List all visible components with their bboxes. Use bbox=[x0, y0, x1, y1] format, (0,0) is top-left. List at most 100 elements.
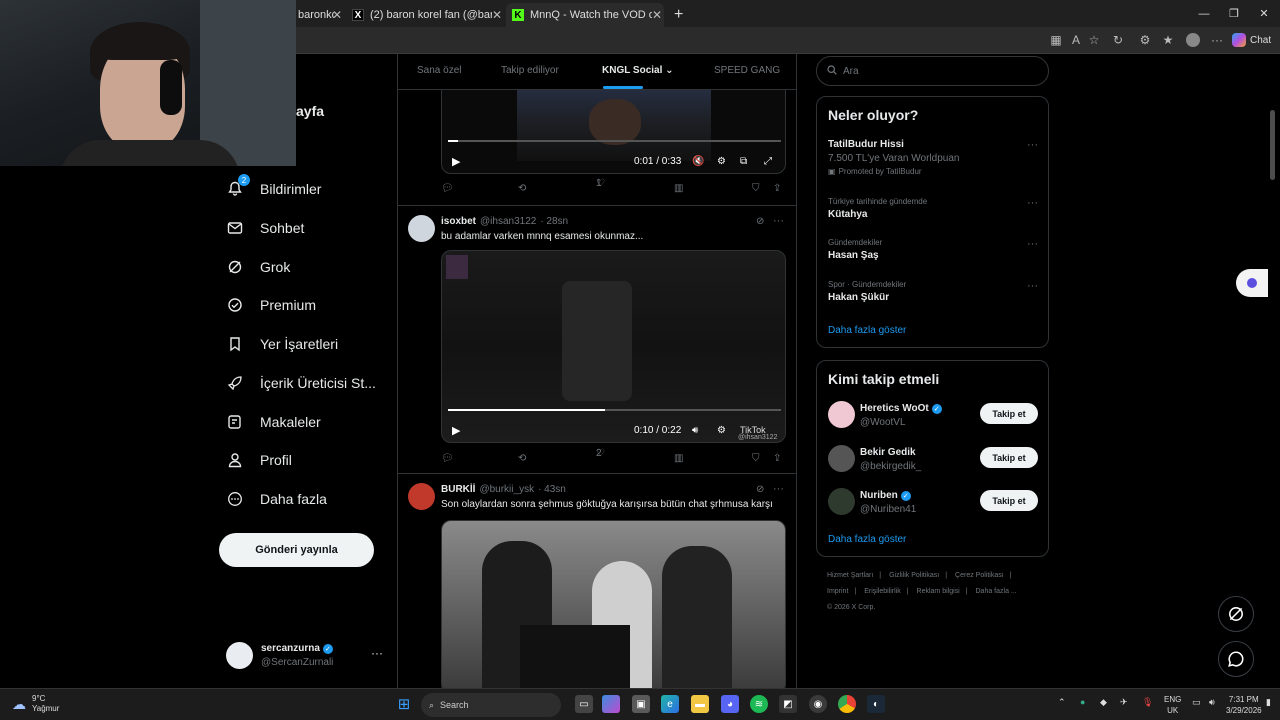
repost-icon[interactable]: ⟲ bbox=[518, 183, 526, 194]
scrollbar[interactable] bbox=[1270, 110, 1275, 180]
footer-link-cookies[interactable]: Çerez Politikası bbox=[955, 572, 1004, 579]
trend-item[interactable]: Türkiye tarihinde gündemde Kütahya ··· bbox=[828, 197, 1038, 220]
grok-fab-button[interactable] bbox=[1218, 596, 1254, 632]
copilot-chat-button[interactable]: Chat bbox=[1232, 31, 1276, 49]
footer-link-privacy[interactable]: Gizlilik Politikası bbox=[889, 572, 939, 579]
taskbar-search[interactable]: ⌕ Search bbox=[421, 693, 561, 717]
video-progress-bar[interactable] bbox=[448, 140, 781, 142]
tray-overflow-icon[interactable]: ⌃ bbox=[1058, 697, 1066, 708]
steam-icon[interactable]: ◐ bbox=[867, 695, 885, 713]
post-video[interactable]: ▶ 0:10 / 0:22 🔊︎ ⚙ TikTok @ihsan3122 bbox=[441, 250, 786, 443]
sidebar-item-creator-studio[interactable]: İçerik Üreticisi St... bbox=[226, 366, 406, 400]
post-button[interactable]: Gönderi yayınla bbox=[219, 533, 374, 567]
views-icon[interactable]: ▥ bbox=[674, 453, 683, 464]
discord-icon[interactable]: ◕ bbox=[721, 695, 739, 713]
sidebar-item-profile[interactable]: Profil bbox=[226, 443, 406, 477]
favorite-star-icon[interactable]: ☆ bbox=[1086, 33, 1102, 47]
sidebar-item-bookmarks[interactable]: Yer İşaretleri bbox=[226, 327, 406, 361]
profile-icon[interactable] bbox=[1185, 33, 1201, 47]
tab-speed-gang[interactable]: SPEED GANG bbox=[714, 65, 780, 76]
apps-icon[interactable]: ▦ bbox=[1048, 33, 1064, 47]
mute-icon[interactable]: 🔇 bbox=[692, 156, 704, 167]
reply-icon[interactable]: 💬︎ bbox=[441, 183, 454, 194]
close-icon[interactable]: ✕ bbox=[492, 8, 502, 22]
fullscreen-icon[interactable]: ⤢ bbox=[764, 156, 772, 167]
sidebar-assistant-toggle[interactable] bbox=[1236, 269, 1268, 297]
notification-icon[interactable]: ▮ bbox=[1266, 697, 1271, 708]
repost-icon[interactable]: ⟲ bbox=[518, 453, 526, 464]
more-icon[interactable]: ··· bbox=[1027, 139, 1038, 151]
extensions-icon[interactable]: ⚙ bbox=[1137, 33, 1153, 47]
sidebar-item-grok[interactable]: Grok bbox=[226, 250, 406, 284]
messages-fab-button[interactable] bbox=[1218, 641, 1254, 677]
share-icon[interactable]: ⇪ bbox=[773, 183, 781, 194]
post-handle[interactable]: @burkii_ysk bbox=[479, 484, 534, 495]
more-icon[interactable]: ··· bbox=[773, 483, 784, 495]
sidebar-item-more[interactable]: Daha fazla bbox=[226, 482, 406, 516]
settings-gear-icon[interactable]: ⚙ bbox=[717, 425, 726, 436]
spotify-icon[interactable]: ≋ bbox=[750, 695, 768, 713]
follow-suggestion[interactable]: Bekir Gedik @bekirgedik_ Takip et bbox=[828, 445, 1038, 475]
copilot-icon[interactable] bbox=[602, 695, 620, 713]
trend-item[interactable]: Spor · Gündemdekiler Hakan Şükür ··· bbox=[828, 280, 1038, 303]
microphone-icon[interactable]: 🎙︎ bbox=[1142, 697, 1153, 708]
restore-icon[interactable]: ❐ bbox=[1218, 0, 1250, 27]
sidebar-item-premium[interactable]: Premium bbox=[226, 288, 406, 322]
views-icon[interactable]: ▥ bbox=[674, 183, 683, 194]
post-time[interactable]: · 43sn bbox=[538, 484, 566, 495]
sidebar-item-messages[interactable]: Sohbet bbox=[226, 211, 406, 245]
language-indicator[interactable]: ENG UK bbox=[1164, 694, 1181, 716]
tray-app-icon[interactable]: ● bbox=[1080, 697, 1085, 707]
tray-app-icon[interactable]: ◆ bbox=[1100, 697, 1107, 708]
follow-button[interactable]: Takip et bbox=[980, 447, 1038, 468]
footer-link-ads-info[interactable]: Reklam bilgisi bbox=[917, 588, 960, 595]
settings-gear-icon[interactable]: ⚙ bbox=[717, 156, 726, 167]
post-2[interactable]: isoxbet @ihsan3122 · 28sn ⊘ ··· bu adaml… bbox=[398, 206, 796, 474]
tab-kngl-social[interactable]: KNGL Social ⌄ bbox=[602, 65, 674, 76]
app-icon[interactable]: ◩ bbox=[779, 695, 797, 713]
reply-icon[interactable]: 💬︎ bbox=[441, 453, 454, 464]
minimize-icon[interactable]: — bbox=[1188, 0, 1220, 27]
search-input[interactable]: Ara bbox=[816, 56, 1049, 86]
read-aloud-icon[interactable]: A bbox=[1068, 33, 1084, 47]
play-icon[interactable]: ▶ bbox=[452, 155, 460, 168]
tab-kick-vod[interactable]: K MnnQ - Watch the VOD on Kick ✕ bbox=[506, 3, 664, 27]
follow-suggestion[interactable]: Nuriben ✓ @Nuriben41 Takip et bbox=[828, 488, 1038, 518]
footer-link-imprint[interactable]: Imprint bbox=[827, 588, 848, 595]
tab-for-you[interactable]: Sana özel bbox=[417, 65, 461, 76]
tab-baronkorell[interactable]: baronkorell ✕ bbox=[292, 3, 344, 27]
task-view-icon[interactable]: ▭ bbox=[575, 695, 593, 713]
more-icon[interactable]: ··· bbox=[1027, 238, 1038, 250]
show-more-link[interactable]: Daha fazla göster bbox=[828, 325, 906, 336]
grok-icon[interactable]: ⊘ bbox=[756, 216, 764, 227]
post-time[interactable]: · 28sn bbox=[540, 216, 568, 227]
grok-icon[interactable]: ⊘ bbox=[756, 484, 764, 495]
share-icon[interactable]: ⇪ bbox=[773, 453, 781, 464]
account-more-icon[interactable]: ··· bbox=[371, 646, 383, 660]
show-more-link[interactable]: Daha fazla göster bbox=[828, 534, 906, 545]
close-icon[interactable]: ✕ bbox=[652, 8, 662, 22]
windows-start-icon[interactable]: ⊞ bbox=[395, 695, 413, 713]
account-switcher[interactable]: sercanzurna ✓ @SercanZurnali ··· bbox=[226, 640, 396, 672]
tab-following[interactable]: Takip ediliyor bbox=[501, 65, 559, 76]
footer-link-terms[interactable]: Hizmet Şartları bbox=[827, 572, 873, 579]
file-explorer-icon[interactable]: ▬ bbox=[691, 695, 709, 713]
close-icon[interactable]: ✕ bbox=[332, 8, 342, 22]
edge-icon[interactable]: e bbox=[661, 695, 679, 713]
tab-baron-korel-fan[interactable]: X (2) baron korel fan (@baronkorelll ✕ bbox=[346, 3, 504, 27]
post-author[interactable]: BURKİİ bbox=[441, 484, 475, 495]
footer-link-more[interactable]: Daha fazla ... bbox=[976, 588, 1017, 595]
more-icon[interactable]: ··· bbox=[773, 215, 784, 227]
sidebar-item-notifications[interactable]: 2 Bildirimler bbox=[226, 172, 406, 206]
sidebar-item-articles[interactable]: Makaleler bbox=[226, 405, 406, 439]
store-icon[interactable]: ▣ bbox=[632, 695, 650, 713]
volume-icon[interactable]: 🔊︎ bbox=[1209, 697, 1215, 708]
bookmark-icon[interactable]: ⛉ bbox=[752, 453, 760, 464]
pip-icon[interactable]: ⧉ bbox=[740, 156, 747, 167]
bookmark-icon[interactable]: ⛉ bbox=[752, 183, 760, 194]
more-icon[interactable]: ··· bbox=[1027, 280, 1038, 292]
more-icon[interactable]: ··· bbox=[1027, 197, 1038, 209]
network-icon[interactable]: ▭ bbox=[1192, 697, 1201, 708]
follow-button[interactable]: Takip et bbox=[980, 403, 1038, 424]
refresh-icon[interactable]: ↻ bbox=[1110, 33, 1126, 47]
